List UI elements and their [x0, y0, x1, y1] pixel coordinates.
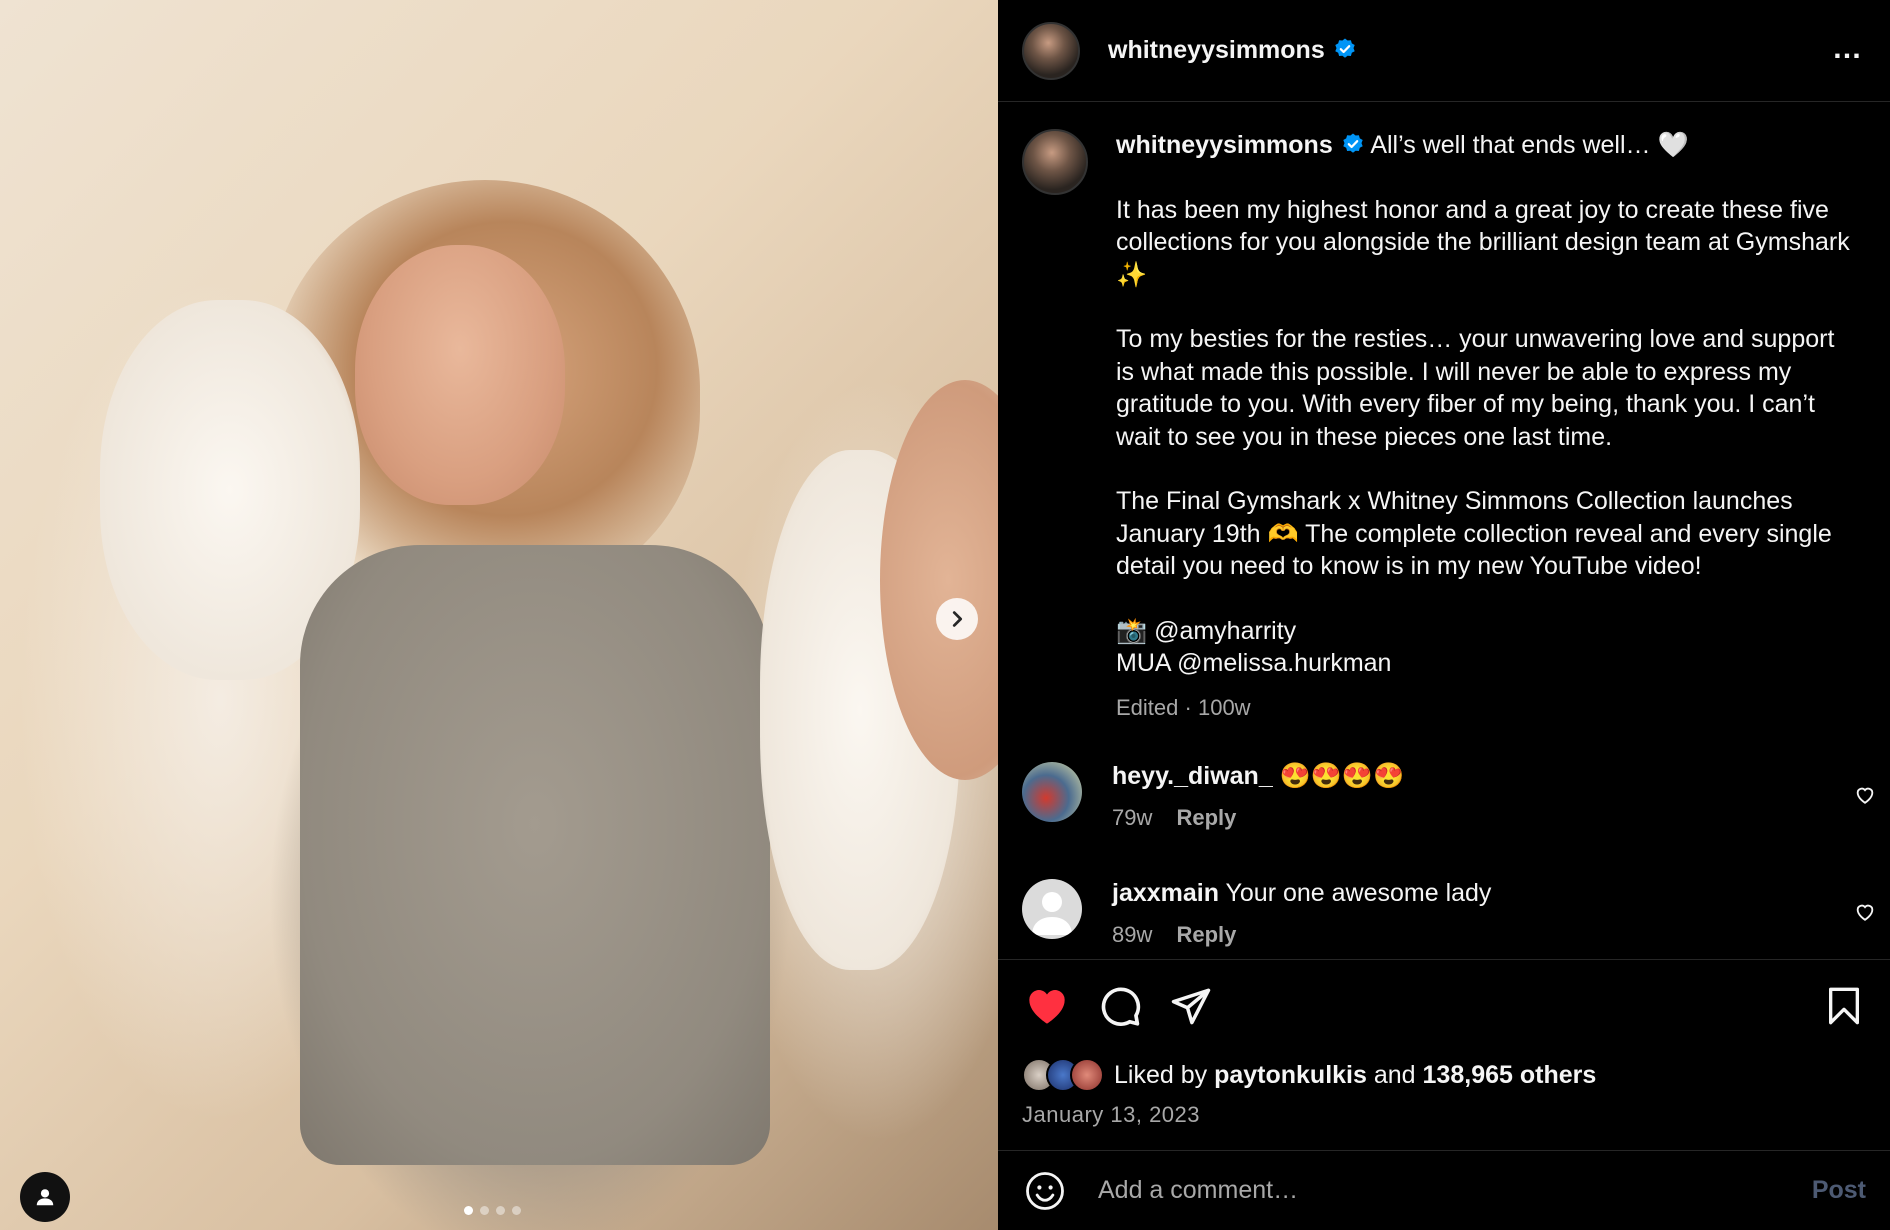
reply-button[interactable]: Reply [1176, 922, 1236, 947]
save-button[interactable] [1824, 985, 1864, 1027]
comment-text: 😍😍😍😍 [1279, 762, 1405, 790]
post-comment-button[interactable]: Post [1812, 1176, 1866, 1205]
author-username[interactable]: whitneyysimmons [1108, 36, 1357, 65]
edited-label: Edited [1116, 694, 1179, 720]
commenter-username[interactable]: jaxxmain [1112, 879, 1219, 907]
verified-badge-icon [1335, 38, 1355, 58]
caption-headline: All’s well that ends well… 🤍 [1370, 131, 1689, 159]
carousel-dot [480, 1206, 489, 1215]
liker-avatars [1022, 1058, 1104, 1092]
likes-count[interactable]: 138,965 others [1423, 1061, 1597, 1090]
post-caption: whitneyysimmons All’s well that ends wel… [998, 103, 1890, 724]
author-avatar[interactable] [1022, 21, 1080, 80]
carousel-dot [512, 1206, 521, 1215]
send-icon [1171, 988, 1211, 1025]
comment-age[interactable]: 79w [1112, 805, 1152, 830]
caption-paragraph-1: It has been my highest honor and a great… [1116, 195, 1850, 289]
comment-input[interactable] [1096, 1175, 1812, 1206]
likes-summary: Liked by paytonkulkis and 138,965 others [998, 1058, 1890, 1092]
tagged-users-button[interactable] [20, 1172, 70, 1222]
photo-top [300, 545, 770, 1165]
action-bar [998, 960, 1890, 1028]
comment-body: heyy._diwan_ 😍😍😍😍 79w Reply [1112, 762, 1404, 831]
carousel-dot [496, 1206, 505, 1215]
comment-text: Your one awesome lady [1225, 879, 1492, 907]
photo-face [355, 245, 565, 505]
likes-prefix: Liked by [1114, 1060, 1208, 1089]
more-options-icon[interactable]: … [1832, 34, 1864, 64]
comment-item: jaxxmain Your one awesome lady 89w Reply [998, 879, 1890, 948]
caption-age[interactable]: 100w [1198, 695, 1251, 720]
share-button[interactable] [1170, 985, 1212, 1027]
likes-mid: and [1373, 1060, 1416, 1089]
caption-body: whitneyysimmons All’s well that ends wel… [1116, 129, 1856, 724]
caption-paragraph-3: The Final Gymshark x Whitney Simmons Col… [1116, 487, 1832, 580]
comment-button[interactable] [1098, 984, 1142, 1028]
instagram-post-modal: whitneyysimmons … whitneyysimmons All’s … [0, 0, 1890, 1230]
comment-like-icon[interactable] [1854, 901, 1876, 923]
user-icon [36, 1189, 54, 1206]
comment-age[interactable]: 89w [1112, 922, 1152, 947]
post-date[interactable]: January 13, 2023 [998, 1102, 1890, 1128]
post-header: whitneyysimmons … [998, 0, 1890, 102]
comment-body: jaxxmain Your one awesome lady 89w Reply [1112, 879, 1491, 948]
author-username-text[interactable]: whitneyysimmons [1108, 36, 1325, 64]
comment-composer: Post [998, 1150, 1890, 1230]
like-button[interactable] [1024, 983, 1070, 1029]
post-photo[interactable] [0, 0, 998, 1230]
comments-scroll-area[interactable]: whitneyysimmons All’s well that ends wel… [998, 103, 1890, 959]
comment-icon [1101, 987, 1141, 1026]
chevron-right-icon [952, 611, 963, 627]
default-avatar-icon [1032, 892, 1072, 935]
commenter-avatar[interactable] [1022, 762, 1082, 822]
comment-meta: 79w Reply [1112, 805, 1404, 831]
carousel-dot [464, 1206, 473, 1215]
post-actions-section: Liked by paytonkulkis and 138,965 others… [998, 959, 1890, 1128]
emoji-icon[interactable] [1024, 1170, 1066, 1212]
commenter-avatar[interactable] [1022, 879, 1082, 939]
bookmark-icon [1829, 987, 1859, 1025]
caption-credit-mua[interactable]: MUA @melissa.hurkman [1116, 649, 1391, 677]
commenter-username[interactable]: heyy._diwan_ [1112, 762, 1273, 790]
caption-meta: Edited · 100w [1116, 692, 1856, 725]
post-side-panel: whitneyysimmons … whitneyysimmons All’s … [998, 0, 1890, 1230]
liker-username[interactable]: paytonkulkis [1214, 1061, 1367, 1090]
comment-meta: 89w Reply [1112, 922, 1491, 948]
caption-paragraph-2: To my besties for the resties… your unwa… [1116, 325, 1835, 451]
caption-avatar[interactable] [1022, 129, 1088, 195]
caption-credit-photographer[interactable]: 📸 @amyharrity [1116, 617, 1296, 645]
comment-like-icon[interactable] [1854, 784, 1876, 806]
reply-button[interactable]: Reply [1176, 805, 1236, 830]
liker-avatar [1070, 1058, 1104, 1092]
caption-username[interactable]: whitneyysimmons [1116, 131, 1333, 159]
comment-item: heyy._diwan_ 😍😍😍😍 79w Reply [998, 762, 1890, 831]
carousel-indicator [464, 1206, 521, 1215]
heart-filled-icon [1029, 990, 1065, 1024]
meta-separator: · [1184, 694, 1192, 720]
verified-badge-icon [1343, 133, 1363, 153]
carousel-next-button[interactable] [936, 598, 978, 640]
